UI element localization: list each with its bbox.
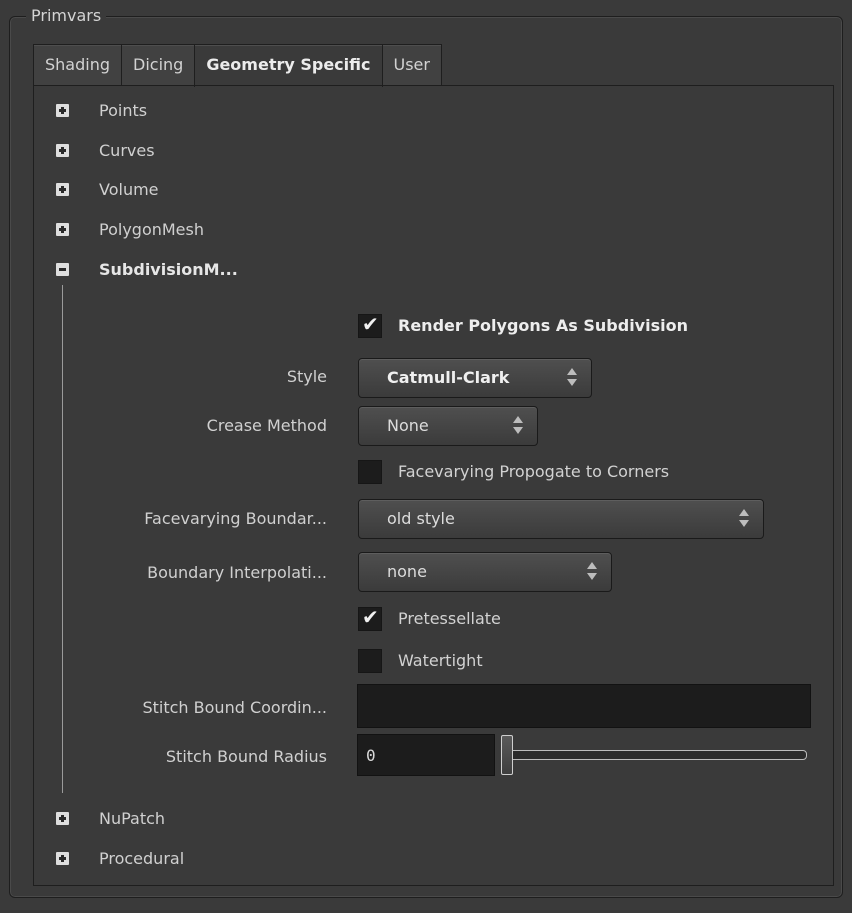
tree-item-label: Points [99, 100, 148, 120]
tab-dicing[interactable]: Dicing [121, 44, 196, 85]
style-value: Catmull-Clark [387, 368, 510, 387]
plus-box-icon[interactable] [56, 851, 69, 865]
tree-item-volume[interactable]: Volume [56, 177, 159, 201]
crease-method-label: Crease Method [206, 416, 327, 435]
style-menu[interactable]: Catmull-Clark [358, 358, 592, 398]
tree-item-procedural[interactable]: Procedural [56, 846, 184, 870]
tree-item-label: Procedural [99, 848, 185, 868]
tree-item-label: Volume [99, 179, 159, 199]
tab-shading[interactable]: Shading [33, 44, 122, 85]
boundary-interpolation-value: none [387, 562, 427, 581]
tree-item-curves[interactable]: Curves [56, 138, 155, 162]
up-down-arrows-icon [587, 562, 597, 582]
plus-box-icon[interactable] [56, 182, 69, 196]
checkmark-icon: ✔ [362, 605, 379, 629]
watertight-checkbox[interactable] [358, 649, 382, 673]
up-down-arrows-icon [567, 368, 577, 388]
group-title: Primvars [26, 6, 107, 26]
plus-box-icon[interactable] [56, 811, 69, 825]
plus-box-icon[interactable] [56, 222, 69, 236]
tree-item-subdivisionmesh[interactable]: SubdivisionM... [56, 257, 238, 281]
style-label: Style [286, 367, 327, 386]
pretessellate-label: Pretessellate [398, 609, 501, 628]
boundary-interpolation-label: Boundary Interpolati... [147, 563, 327, 582]
facevarying-boundary-value: old style [387, 509, 455, 528]
stitch-bound-coordinates-field[interactable] [357, 684, 811, 728]
watertight-label: Watertight [398, 651, 483, 670]
crease-method-value: None [387, 416, 429, 435]
stitch-bound-radius-label: Stitch Bound Radius [165, 747, 327, 766]
checkmark-icon: ✔ [362, 312, 379, 336]
stitch-bound-radius-field[interactable]: 0 [357, 734, 495, 776]
plus-box-icon[interactable] [56, 143, 69, 157]
up-down-arrows-icon [513, 416, 523, 436]
up-down-arrows-icon [739, 509, 749, 529]
tab-user[interactable]: User [381, 44, 442, 85]
tab-geometry-specific[interactable]: Geometry Specific [194, 44, 383, 87]
crease-method-menu[interactable]: None [358, 406, 538, 446]
facevarying-propagate-label: Facevarying Propogate to Corners [398, 462, 670, 481]
tree-item-label: Curves [99, 140, 155, 160]
pretessellate-checkbox[interactable]: ✔ [358, 605, 382, 631]
facevarying-propagate-checkbox[interactable] [358, 460, 382, 484]
tab-bar: Shading Dicing Geometry Specific User [33, 44, 442, 87]
tree-item-points[interactable]: Points [56, 98, 147, 122]
render-polygons-checkbox[interactable]: ✔ [358, 312, 382, 338]
boundary-interpolation-menu[interactable]: none [358, 552, 612, 592]
facevarying-boundary-menu[interactable]: old style [358, 499, 764, 539]
stitch-bound-radius-slider-track[interactable] [509, 750, 807, 760]
tree-item-polygonmesh[interactable]: PolygonMesh [56, 217, 204, 241]
plus-box-icon[interactable] [56, 103, 69, 117]
tree-item-label: PolygonMesh [99, 219, 204, 239]
tree-item-nupatch[interactable]: NuPatch [56, 806, 165, 830]
minus-box-icon[interactable] [56, 262, 69, 276]
tree-branch-line [62, 285, 63, 793]
tree-item-label: SubdivisionM... [99, 259, 238, 279]
render-polygons-label: Render Polygons As Subdivision [398, 316, 688, 335]
facevarying-boundary-label: Facevarying Boundar... [144, 509, 327, 528]
stitch-bound-radius-slider-handle[interactable] [501, 735, 513, 775]
tree-item-label: NuPatch [99, 808, 166, 828]
stitch-bound-coordinates-label: Stitch Bound Coordin... [142, 698, 327, 717]
